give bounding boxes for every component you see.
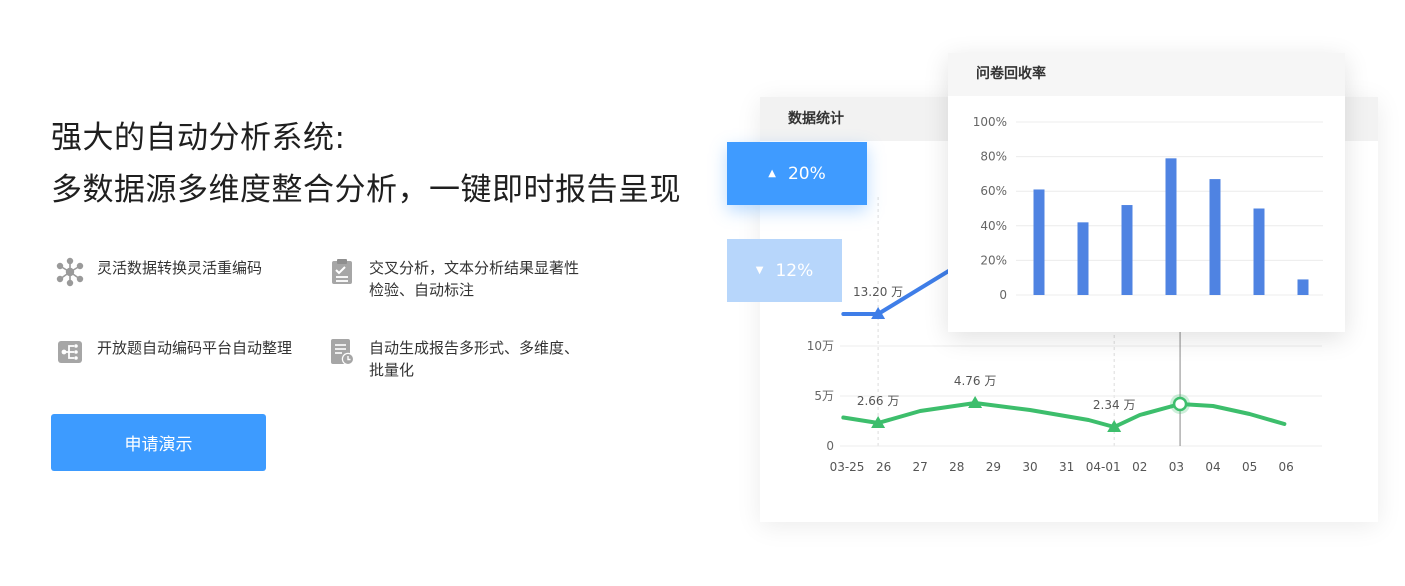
feature-text: 自动生成报告多形式、多维度、批量化 — [369, 339, 580, 379]
data-label: 4.76 万 — [954, 374, 997, 388]
bar — [1297, 279, 1309, 295]
feature-text: 灵活数据转换灵活重编码 — [97, 259, 263, 277]
data-label: 13.20 万 — [853, 285, 903, 299]
bar — [1033, 189, 1045, 295]
hero-title: 强大的自动分析系统: 多数据源多维度整合分析，一键即时报告呈现 — [51, 112, 681, 216]
bar — [1165, 158, 1177, 295]
y-tick-label: 100% — [973, 115, 1007, 129]
decrease-badge: ▼ 12% — [727, 239, 842, 302]
bar-chart: 0 20% 40% 60% 80% 100% — [973, 115, 1323, 302]
y-tick-label: 5万 — [814, 389, 834, 403]
report-clock-icon — [327, 337, 357, 367]
x-tick-label: 04 — [1205, 460, 1220, 474]
feature-item-data-transform: 灵活数据转换灵活重编码 — [55, 257, 315, 287]
bar — [1253, 208, 1265, 295]
y-tick-label: 20% — [980, 253, 1007, 267]
triangle-down-icon: ▼ — [755, 265, 764, 276]
request-demo-button[interactable]: 申请演示 — [51, 414, 266, 471]
hero-title-line2: 多数据源多维度整合分析，一键即时报告呈现 — [51, 172, 681, 208]
bar — [1121, 205, 1133, 295]
feature-item-auto-report: 自动生成报告多形式、多维度、批量化 — [327, 337, 587, 381]
data-label: 2.34 万 — [1093, 398, 1136, 412]
increase-value: 20% — [787, 163, 826, 184]
series-line — [841, 401, 1287, 429]
x-tick-label: 03-25 — [830, 460, 865, 474]
y-tick-label: 60% — [980, 184, 1007, 198]
y-tick-label: 80% — [980, 150, 1007, 164]
clipboard-check-icon — [327, 257, 357, 287]
increase-badge: ▲ 20% — [727, 142, 867, 205]
bar — [1077, 222, 1089, 295]
feature-item-cross-analysis: 交叉分析，文本分析结果显著性检验、自动标注 — [327, 257, 587, 301]
x-tick-label: 26 — [876, 460, 891, 474]
x-tick-label: 03 — [1169, 460, 1184, 474]
x-tick-label: 05 — [1242, 460, 1257, 474]
feature-text: 开放题自动编码平台自动整理 — [97, 339, 293, 357]
x-tick-label: 02 — [1132, 460, 1147, 474]
hero-title-line1: 强大的自动分析系统: — [51, 120, 346, 156]
network-icon — [55, 257, 85, 287]
x-tick-label: 29 — [986, 460, 1001, 474]
x-tick-label: 28 — [949, 460, 964, 474]
feature-item-open-coding: 开放题自动编码平台自动整理 — [55, 337, 315, 367]
feature-text: 交叉分析，文本分析结果显著性检验、自动标注 — [369, 259, 580, 299]
y-tick-label: 10万 — [807, 339, 834, 353]
x-tick-label: 04-01 — [1086, 460, 1121, 474]
x-tick-label: 31 — [1059, 460, 1074, 474]
x-tick-label: 27 — [913, 460, 928, 474]
highlight-point — [1172, 396, 1188, 412]
y-tick-label: 0 — [826, 439, 834, 453]
recovery-rate-panel: 问卷回收率 0 20% 40% 60% 80% 100% — [948, 53, 1345, 332]
y-tick-label: 0 — [999, 288, 1007, 302]
y-tick-label: 40% — [980, 219, 1007, 233]
bar — [1209, 179, 1221, 295]
x-tick-label: 30 — [1022, 460, 1037, 474]
tree-structure-icon — [55, 337, 85, 367]
decrease-value: 12% — [775, 260, 814, 281]
x-tick-label: 06 — [1279, 460, 1294, 474]
data-label: 2.66 万 — [857, 394, 900, 408]
triangle-up-icon: ▲ — [768, 168, 776, 179]
